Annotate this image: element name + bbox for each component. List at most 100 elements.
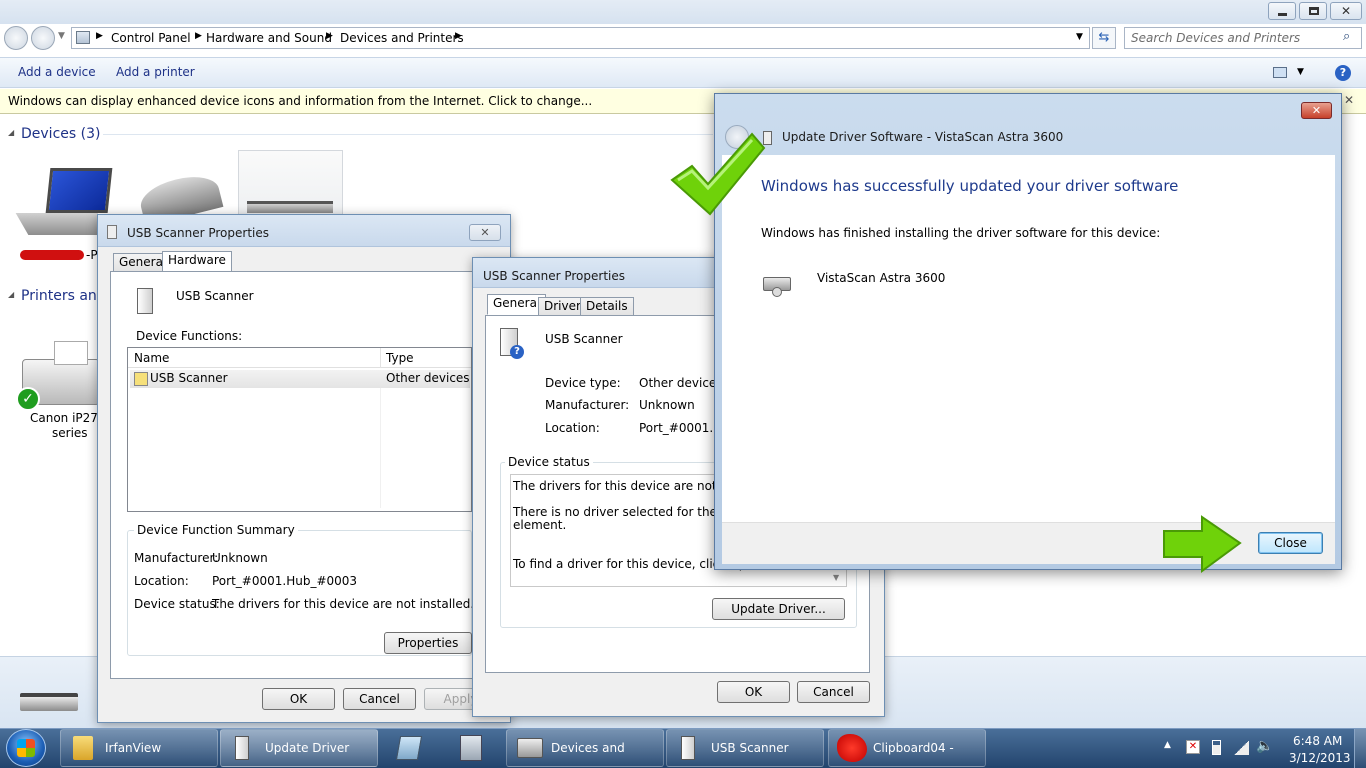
printer-label-line2: series	[52, 426, 88, 440]
update-driver-dialog: ✕ Update Driver Software - VistaScan Ast…	[714, 93, 1342, 570]
tab-hardware[interactable]: Hardware	[162, 251, 232, 272]
calculator-icon	[460, 735, 482, 761]
action-center-flag-icon[interactable]: ✕	[1186, 740, 1200, 754]
view-options-icon[interactable]	[1273, 67, 1287, 78]
maximize-button[interactable]	[1299, 2, 1327, 20]
minimize-button[interactable]	[1268, 2, 1296, 20]
taskbar-quick-launch-calculator[interactable]	[456, 734, 486, 762]
hw-tab-panel: USB Scanner Device Functions: Name Type …	[110, 271, 537, 679]
function-summary-group: Device Function Summary Manufacturer: Un…	[127, 523, 537, 656]
update-dialog-close-button[interactable]: ✕	[1301, 102, 1332, 119]
network-signal-icon[interactable]	[1234, 741, 1249, 755]
arrow-right-icon	[1163, 515, 1242, 573]
breadcrumb-control-panel[interactable]: Control Panel	[111, 31, 191, 45]
properties-button[interactable]: Properties	[384, 632, 472, 654]
device-type-value: Other devices	[639, 376, 723, 390]
devices-printers-icon	[517, 738, 543, 758]
laptop-label-tail: -P	[86, 248, 98, 262]
irfanview-folder-icon	[73, 736, 93, 760]
ok-button[interactable]: OK	[717, 681, 790, 703]
mouse-device[interactable]	[134, 169, 224, 227]
hardware-properties-dialog: USB Scanner Properties ✕ General Hardwar…	[97, 214, 537, 723]
pencil-note-icon	[395, 736, 423, 760]
success-message: Windows has finished installing the driv…	[761, 226, 1161, 240]
update-driver-button[interactable]: Update Driver...	[712, 598, 845, 620]
forward-button[interactable]	[31, 26, 55, 50]
tab-details[interactable]: Details	[580, 297, 634, 316]
column-name[interactable]: Name	[134, 351, 169, 365]
collapse-printers-icon[interactable]: ◢	[8, 290, 14, 299]
taskbar-item-label: Clipboard04 - Irfa...	[873, 741, 954, 755]
start-windows-logo-icon	[17, 739, 35, 757]
clock-date[interactable]: 3/12/2013	[1289, 751, 1351, 765]
scanner-camera-icon	[772, 287, 782, 297]
close-window-button[interactable]: ✕	[1330, 2, 1362, 20]
manufacturer-label: Manufacturer:	[545, 398, 630, 412]
updated-device-name: VistaScan Astra 3600	[817, 271, 946, 285]
devices-group-header[interactable]: Devices (3)	[21, 126, 100, 142]
info-bar-close-icon[interactable]: ✕	[1344, 93, 1354, 107]
taskbar-clipboard-irfanview[interactable]: Clipboard04 - Irfa...	[828, 729, 986, 767]
status-line-3: element.	[513, 518, 567, 532]
breadcrumb-devices-and-printers[interactable]: Devices and Printers	[340, 31, 464, 45]
gen-dialog-title: USB Scanner Properties	[483, 269, 626, 283]
cancel-button[interactable]: Cancel	[343, 688, 416, 710]
address-dropdown-icon[interactable]: ▼	[1076, 32, 1083, 42]
device-status-title: Device status	[505, 455, 593, 469]
ok-button[interactable]: OK	[262, 688, 335, 710]
hw-dialog-close-button[interactable]: ✕	[469, 224, 501, 241]
taskbar-item-label: Update Driver Sof...	[265, 741, 350, 755]
search-input[interactable]: Search Devices and Printers	[1131, 31, 1300, 45]
printer-label-line1: Canon iP270	[30, 411, 106, 425]
cancel-button[interactable]: Cancel	[797, 681, 870, 703]
view-dropdown-icon[interactable]: ▼	[1297, 67, 1304, 77]
table-row[interactable]: USB Scanner Other devices	[130, 370, 470, 388]
show-hidden-icons-button[interactable]: ▲	[1164, 740, 1171, 750]
help-icon[interactable]: ?	[1335, 65, 1351, 81]
success-checkmark-icon	[670, 132, 766, 216]
column-type[interactable]: Type	[386, 351, 414, 365]
taskbar-irfanview[interactable]: IrfanView	[60, 729, 218, 767]
collapse-devices-icon[interactable]: ◢	[8, 128, 14, 137]
usb-scanner-window-icon	[681, 736, 695, 760]
add-device-button[interactable]: Add a device	[18, 65, 96, 79]
irfanview-red-cat-icon	[837, 734, 867, 762]
battery-icon[interactable]	[1212, 740, 1221, 755]
refresh-button[interactable]: ⇆	[1092, 27, 1116, 49]
taskbar-usb-scanner-props[interactable]: USB Scanner Prop...	[666, 729, 824, 767]
gen-device-name: USB Scanner	[545, 332, 623, 346]
taskbar-quick-launch-pencil[interactable]	[394, 734, 424, 762]
add-printer-button[interactable]: Add a printer	[116, 65, 195, 79]
show-desktop-button[interactable]	[1354, 729, 1366, 768]
laptop-icon	[45, 168, 113, 213]
taskbar-update-driver[interactable]: Update Driver Sof...	[220, 729, 378, 767]
scanner-device-selected[interactable]	[238, 150, 343, 216]
close-button[interactable]: Close	[1258, 532, 1323, 554]
breadcrumb-hardware-and-sound[interactable]: Hardware and Sound	[206, 31, 332, 45]
devices-header-line	[103, 134, 713, 135]
device-functions-list[interactable]: Name Type USB Scanner Other devices	[127, 347, 472, 512]
hw-device-name: USB Scanner	[176, 289, 254, 303]
address-bar[interactable]: ▶ Control Panel ▶ Hardware and Sound ▶ D…	[71, 27, 1090, 49]
taskbar-item-label: Devices and Print...	[551, 741, 625, 755]
location-label: Location:	[134, 574, 189, 588]
clock-time[interactable]: 6:48 AM	[1293, 734, 1342, 748]
taskbar-devices-printers[interactable]: Devices and Print...	[506, 729, 664, 767]
minimize-icon	[1278, 13, 1287, 16]
printers-group-header[interactable]: Printers and	[21, 288, 106, 304]
volume-icon[interactable]: 🔈	[1256, 738, 1273, 754]
row-device-type: Other devices	[386, 371, 470, 385]
device-type-label: Device type:	[545, 376, 621, 390]
info-bar-text[interactable]: Windows can display enhanced device icon…	[8, 94, 592, 108]
refresh-icon: ⇆	[1098, 30, 1110, 45]
close-icon: ✕	[1311, 104, 1322, 117]
details-scanner-icon	[20, 693, 78, 711]
back-button[interactable]	[4, 26, 28, 50]
scroll-down-icon[interactable]: ▼	[833, 573, 839, 582]
default-printer-check-icon: ✓	[16, 387, 40, 411]
command-bar: Add a device Add a printer ▼ ?	[0, 57, 1366, 88]
recent-pages-chevron-icon[interactable]: ▼	[58, 31, 65, 41]
location-value: Port_#0001.Hub_#0003	[212, 574, 358, 588]
printer-paper-icon	[54, 341, 88, 365]
search-box[interactable]: Search Devices and Printers ⌕	[1124, 27, 1362, 49]
